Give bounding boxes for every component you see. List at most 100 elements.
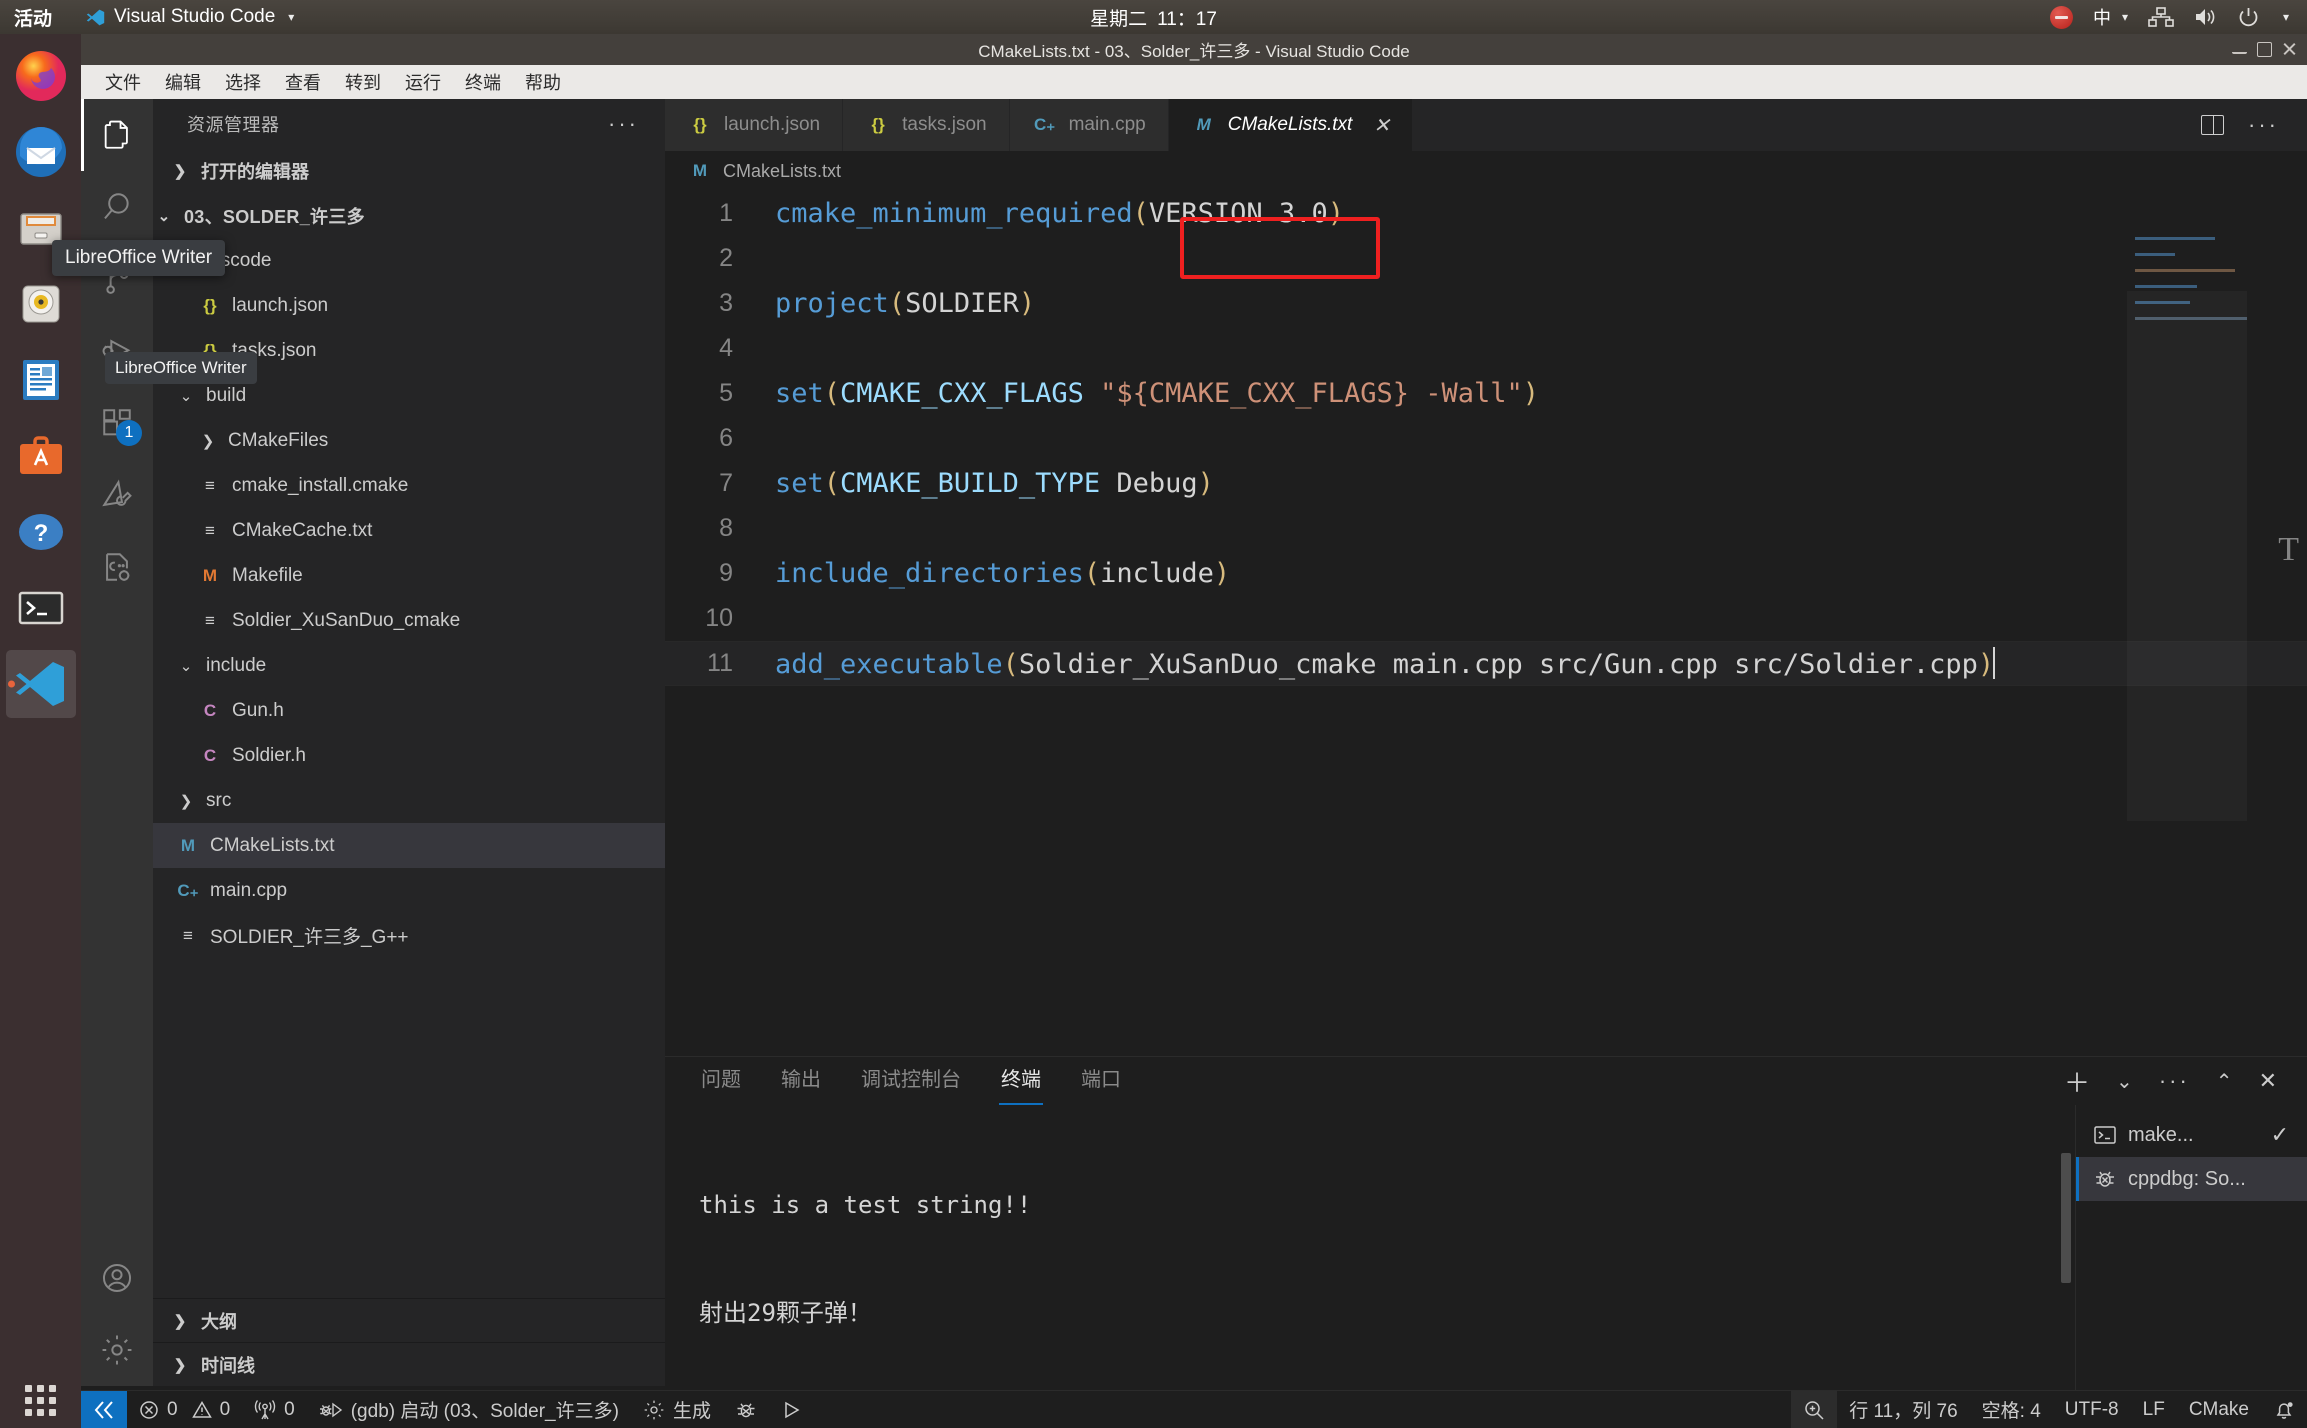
minimap[interactable] [2127, 191, 2247, 1056]
tree-item-include-folder[interactable]: ⌄ include [153, 643, 665, 688]
status-eol[interactable]: LF [2131, 1391, 2177, 1428]
tree-item-root[interactable]: ⌄ 03、SOLDER_许三多 [153, 193, 665, 238]
sidebar-item-cmake-tools[interactable] [81, 459, 153, 531]
launcher-item-thunderbird[interactable] [6, 118, 76, 186]
show-applications-button[interactable] [0, 1385, 81, 1416]
menu-terminal[interactable]: 终端 [453, 66, 513, 98]
tab-cmakelists[interactable]: M CMakeLists.txt ✕ [1168, 99, 1414, 151]
status-errors-warnings[interactable]: 0 0 [127, 1391, 242, 1428]
status-encoding[interactable]: UTF-8 [2053, 1391, 2131, 1428]
tree-item-gun-h[interactable]: C Gun.h [153, 688, 665, 733]
section-timeline[interactable]: ❯ 时间线 [153, 1342, 665, 1386]
terminal-line: this is a test string!! [699, 1191, 1032, 1219]
launcher-item-help[interactable]: ? [6, 498, 76, 566]
tree-item-soldier-gpp[interactable]: ≡ SOLDIER_许三多_G++ [153, 913, 665, 958]
status-language-mode[interactable]: CMake [2177, 1391, 2261, 1428]
status-indentation[interactable]: 空格: 4 [1970, 1391, 2053, 1428]
status-ports[interactable]: 0 [242, 1391, 307, 1428]
editor-vertical-scrollbar[interactable] [2289, 191, 2307, 1056]
close-icon[interactable]: ✕ [1373, 113, 1390, 138]
terminal-scrollbar[interactable] [2061, 1153, 2071, 1283]
minimap-slider[interactable] [2127, 291, 2247, 821]
status-cmake-build[interactable]: 生成 [631, 1391, 723, 1428]
section-outline[interactable]: ❯ 大纲 [153, 1298, 665, 1342]
remote-window-icon[interactable] [81, 1390, 127, 1428]
menu-view[interactable]: 查看 [273, 66, 333, 98]
tab-ports[interactable]: 端口 [1079, 1057, 1123, 1105]
launcher-item-rhythmbox[interactable] [6, 270, 76, 338]
active-app-menu[interactable]: Visual Studio Code ▾ [86, 6, 294, 28]
tree-item-soldier-cmake[interactable]: ≡ Soldier_XuSanDuo_cmake [153, 598, 665, 643]
tree-label: build [206, 384, 247, 406]
minimize-button[interactable] [2232, 45, 2247, 54]
tab-terminal[interactable]: 终端 [999, 1057, 1043, 1105]
tree-item-launch-json[interactable]: {} launch.json [153, 283, 665, 328]
close-button[interactable] [2282, 42, 2297, 57]
markdown-icon: M [692, 161, 708, 180]
breadcrumb[interactable]: M CMakeLists.txt [665, 151, 2307, 191]
menu-help[interactable]: 帮助 [513, 66, 573, 98]
tab-launch-json[interactable]: {} launch.json [665, 99, 844, 151]
os-clock[interactable]: 星期二 11：17 [1090, 4, 1217, 31]
menu-go[interactable]: 转到 [333, 66, 393, 98]
volume-icon[interactable] [2194, 7, 2218, 27]
tree-item-cmake-install[interactable]: ≡ cmake_install.cmake [153, 463, 665, 508]
sidebar-item-extensions[interactable]: 1 [81, 387, 153, 459]
sidebar-item-explorer[interactable] [81, 99, 153, 171]
tree-item-makefile[interactable]: M Makefile [153, 553, 665, 598]
status-debug-launch[interactable]: (gdb) 启动 (03、Solder_许三多) [307, 1391, 631, 1428]
tree-item-vscode-folder[interactable]: ⌄ .vscode [153, 238, 665, 283]
status-cursor-position[interactable]: 行 11，列 76 [1837, 1391, 1969, 1428]
terminal-tab-make[interactable]: make... ✓ [2076, 1113, 2307, 1157]
launcher-item-terminal[interactable] [6, 574, 76, 642]
section-open-editors[interactable]: ❯ 打开的编辑器 [153, 149, 665, 193]
launcher-item-vscode[interactable] [5, 650, 76, 718]
status-notifications[interactable] [2261, 1391, 2307, 1428]
libreoffice-tooltip: LibreOffice Writer [105, 352, 257, 384]
terminal-tab-cppdbg[interactable]: cppdbg: So... [2076, 1157, 2307, 1201]
activities-label[interactable]: 活动 [14, 4, 52, 31]
tree-item-soldier-h[interactable]: C Soldier.h [153, 733, 665, 778]
menu-run[interactable]: 运行 [393, 66, 453, 98]
power-icon[interactable] [2238, 7, 2259, 28]
tree-item-main-cpp[interactable]: C₊ main.cpp [153, 868, 665, 913]
tree-item-cmakelists[interactable]: M CMakeLists.txt [153, 823, 665, 868]
sidebar-item-cpp-config[interactable] [81, 531, 153, 603]
maximize-panel-icon[interactable]: ⌃ [2216, 1069, 2233, 1094]
do-not-disturb-icon[interactable] [2049, 5, 2073, 29]
menu-file[interactable]: 文件 [93, 66, 153, 98]
more-actions-icon[interactable]: ··· [2248, 114, 2279, 136]
tree-item-cmakefiles-folder[interactable]: ❯ CMakeFiles [153, 418, 665, 463]
network-icon[interactable] [2148, 7, 2174, 27]
tab-main-cpp[interactable]: C₊ main.cpp [1009, 99, 1169, 151]
more-actions-icon[interactable]: ··· [608, 113, 639, 135]
chevron-down-icon[interactable]: ⌄ [2116, 1069, 2133, 1094]
chevron-down-icon[interactable]: ▾ [2283, 10, 2289, 24]
sidebar-item-search[interactable] [81, 171, 153, 243]
code-editor[interactable]: 1 cmake_minimum_required(VERSION 3.0) 2 … [665, 191, 2307, 1056]
maximize-button[interactable] [2257, 42, 2272, 57]
accounts-button[interactable] [81, 1242, 153, 1314]
code-token: ) [1522, 378, 1540, 409]
status-zoom-indicator[interactable] [1791, 1390, 1838, 1428]
tab-problems[interactable]: 问题 [699, 1057, 743, 1105]
launcher-item-libreoffice-writer[interactable] [6, 346, 76, 414]
launcher-item-ubuntu-software[interactable] [6, 422, 76, 490]
menu-selection[interactable]: 选择 [213, 66, 273, 98]
close-panel-icon[interactable]: ✕ [2259, 1068, 2277, 1094]
status-cmake-debug[interactable] [723, 1391, 769, 1428]
tree-item-src-folder[interactable]: ❯ src [153, 778, 665, 823]
split-editor-icon[interactable] [2201, 115, 2225, 135]
menu-edit[interactable]: 编辑 [153, 66, 213, 98]
terminal-output[interactable]: this is a test string!! 射出29颗子弹！ 当前弹夹剩余1… [665, 1105, 2075, 1428]
manage-gear-icon[interactable] [81, 1314, 153, 1386]
launcher-item-firefox[interactable] [6, 42, 76, 110]
tree-item-cmakecache[interactable]: ≡ CMakeCache.txt [153, 508, 665, 553]
ime-icon[interactable]: 中 ▾ [2093, 4, 2128, 30]
more-actions-icon[interactable]: ··· [2159, 1070, 2190, 1092]
tab-tasks-json[interactable]: {} tasks.json [843, 99, 1010, 151]
tab-debug-console[interactable]: 调试控制台 [859, 1057, 963, 1105]
status-cmake-run[interactable] [769, 1391, 813, 1428]
add-terminal-icon[interactable]: ＋ [2064, 1063, 2090, 1100]
tab-output[interactable]: 输出 [779, 1057, 823, 1105]
